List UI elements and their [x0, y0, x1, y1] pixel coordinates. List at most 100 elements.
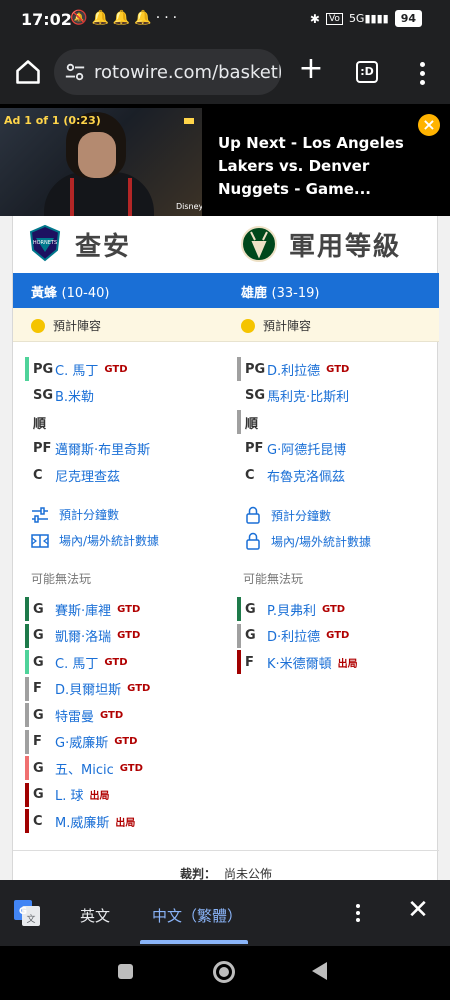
team-header-left: HORNETS 查安	[27, 216, 131, 272]
google-translate-icon: G文	[14, 900, 40, 926]
status-dot-icon	[241, 318, 255, 333]
player-row: C 布魯克洛佩茲	[237, 462, 437, 489]
player-name-link[interactable]: B.米勒	[55, 386, 94, 405]
injury-status-tag: GTD	[104, 363, 128, 375]
player-row: G 特雷曼 GTD	[25, 702, 225, 729]
injury-status-tag: GTD	[321, 603, 346, 615]
sliders-icon	[32, 506, 48, 523]
more-dots-icon: ···	[155, 10, 182, 26]
referee-row: 裁判： 尚未公佈	[13, 850, 439, 880]
team-record-right: 雄鹿 (33-19)	[241, 286, 320, 301]
on-off-stats-link-left[interactable]: 場內/場外統計數據	[31, 532, 159, 549]
player-position: G	[245, 628, 256, 644]
player-position: F	[245, 654, 254, 670]
cc-icon	[184, 118, 194, 124]
svg-text:文: 文	[26, 913, 35, 925]
close-icon[interactable]: ✕	[406, 897, 430, 923]
player-name-link[interactable]: 布魯克洛佩茲	[267, 466, 345, 485]
player-name-link[interactable]: G·威廉斯	[55, 732, 108, 751]
player-position: C	[245, 467, 255, 483]
svg-text:HORNETS: HORNETS	[33, 240, 57, 246]
projected-lineup-left: 預計陣容	[31, 317, 101, 334]
status-dot-icon	[31, 318, 45, 333]
projected-lineup-right: 預計陣容	[241, 317, 311, 334]
player-name-link[interactable]: C. 馬丁	[55, 360, 98, 379]
player-position: PG	[33, 361, 54, 377]
home-nav-icon[interactable]	[213, 961, 235, 983]
player-name-link[interactable]: K·米德爾頓	[267, 653, 332, 672]
target-language-tab[interactable]: 中文（繁體）	[152, 905, 242, 926]
player-row: F G·威廉斯 GTD	[25, 729, 225, 756]
projected-minutes-link-left[interactable]: 預計分鐘數	[31, 506, 119, 523]
player-name-link[interactable]: 凱爾·洛瑞	[55, 626, 111, 645]
player-name-link[interactable]: 特雷曼	[55, 706, 94, 725]
projected-minutes-link-right[interactable]: 預計分鐘數	[245, 506, 331, 524]
player-name-link[interactable]: 賽斯·庫裡	[55, 600, 111, 619]
status-bar-indicator	[237, 650, 241, 674]
team-name-left[interactable]: 查安	[75, 226, 131, 263]
back-icon[interactable]	[312, 962, 327, 980]
player-name-link[interactable]: 五、Micic	[55, 759, 114, 778]
player-name-link[interactable]: C. 馬丁	[55, 653, 98, 672]
player-position: 順	[245, 416, 259, 432]
player-name-link[interactable]: L. 球	[55, 785, 84, 804]
player-row: G P.貝弗利 GTD	[237, 596, 437, 623]
recents-icon[interactable]	[118, 964, 133, 979]
player-name-link[interactable]: D.貝爾坦斯	[55, 679, 121, 698]
player-row: G 賽斯·庫裡 GTD	[25, 596, 225, 623]
player-name-link[interactable]: G·阿德托昆博	[267, 439, 346, 458]
status-bar-indicator	[25, 703, 29, 727]
player-name-link[interactable]: P.貝弗利	[267, 600, 316, 619]
status-time: 17:02	[21, 10, 72, 29]
injury-status-tag: GTD	[104, 656, 128, 668]
player-position: G	[33, 707, 44, 723]
injury-list-left: G 賽斯·庫裡 GTD G 凱爾·洛瑞 GTD G C. 馬丁 GTD F D.貝爾坦斯 GTD G 特雷…	[25, 596, 225, 835]
player-position: F	[33, 681, 42, 697]
on-off-stats-link-right[interactable]: 場內/場外統計數據	[245, 532, 371, 550]
hornets-logo-icon: HORNETS	[29, 224, 61, 262]
player-position: C	[33, 813, 43, 829]
browser-toolbar: rotowire.com/basketb + :D	[0, 40, 450, 104]
player-name-link[interactable]: D.利拉德	[267, 360, 320, 379]
player-row: SG 馬利克·比斯利	[237, 383, 437, 410]
injury-status-tag: GTD	[127, 683, 151, 695]
address-bar[interactable]: rotowire.com/basketb	[54, 49, 281, 95]
player-position: PG	[245, 361, 266, 377]
status-bar-indicator	[25, 597, 29, 621]
bell-icon: 🔔	[91, 10, 113, 26]
projected-lineup-row: 預計陣容 預計陣容	[13, 308, 439, 342]
video-player[interactable]: Ad 1 of 1 (0:23) Disney+	[0, 108, 202, 216]
team-name-right[interactable]: 軍用等級	[289, 226, 401, 263]
player-name-link[interactable]: D·利拉德	[267, 626, 320, 645]
team-record-left: 黃蜂 (10-40)	[31, 286, 110, 301]
player-name-link[interactable]: 馬利克·比斯利	[267, 386, 349, 405]
source-language-tab[interactable]: 英文	[80, 905, 110, 926]
status-bar-indicator	[25, 650, 29, 674]
up-next-title[interactable]: Up Next - Los Angeles Lakers vs. Denver …	[218, 132, 428, 201]
video-ad-banner: Ad 1 of 1 (0:23) Disney+ Up Next - Los A…	[0, 104, 450, 220]
status-bar-indicator	[25, 809, 29, 833]
status-bar-indicator	[237, 410, 241, 434]
status-bar-indicator	[237, 623, 241, 648]
player-position: G	[33, 601, 44, 617]
status-bar-indicator	[25, 623, 29, 648]
player-row: G C. 馬丁 GTD	[25, 649, 225, 676]
new-tab-icon[interactable]: +	[296, 54, 326, 85]
browser-menu-icon[interactable]	[416, 60, 428, 86]
player-name-link[interactable]: 邁爾斯·布里奇斯	[55, 439, 150, 458]
player-name-link[interactable]: 尼克理查茲	[55, 466, 120, 485]
player-row: 順	[237, 409, 437, 436]
player-position: PF	[33, 441, 52, 457]
ad-counter: Ad 1 of 1 (0:23)	[4, 114, 101, 127]
home-icon[interactable]	[14, 58, 42, 86]
player-name-link[interactable]: M.威廉斯	[55, 812, 109, 831]
close-icon[interactable]: ×	[418, 114, 440, 136]
site-settings-icon[interactable]	[64, 61, 86, 83]
lock-icon	[246, 532, 260, 550]
status-bar: 17:02 🔕🔔🔔🔔··· ✱ Vo 5G▮▮▮▮ 94	[0, 0, 450, 40]
injury-status-tag: 出局	[115, 817, 136, 829]
translate-menu-icon[interactable]	[352, 904, 364, 925]
player-row: C M.威廉斯 出局	[25, 808, 225, 835]
tab-switcher-button[interactable]: :D	[356, 61, 378, 83]
player-row: G L. 球出局	[25, 782, 225, 809]
